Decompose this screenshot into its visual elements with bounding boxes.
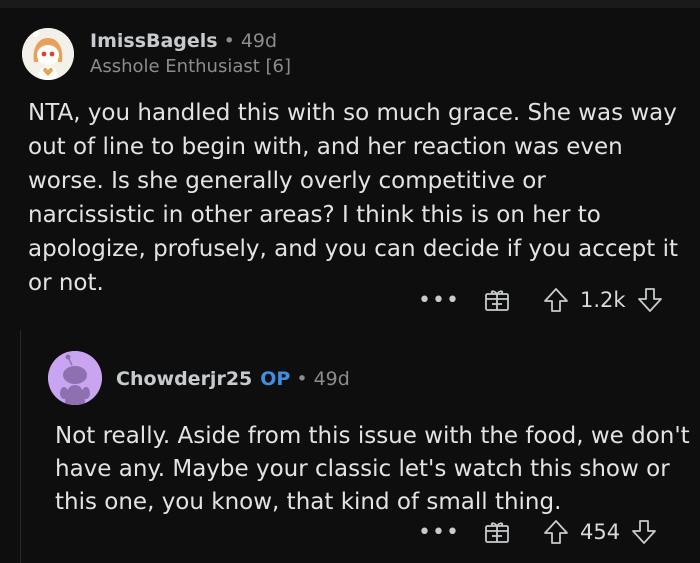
top-divider (0, 0, 700, 8)
comment-age: 49d (240, 30, 278, 52)
upvote-arrow-icon[interactable] (542, 286, 570, 314)
username[interactable]: Chowderjr25 (116, 368, 252, 390)
more-icon[interactable]: ••• (418, 288, 459, 313)
username[interactable]: ImissBagels (90, 30, 218, 52)
comment-meta: ImissBagels • 49d Asshole Enthusiast [6] (90, 30, 291, 77)
snoo-avatar-icon (22, 28, 74, 80)
vote-score: 454 (580, 520, 621, 544)
comment-age: 49d (313, 368, 350, 390)
downvote-arrow-icon[interactable] (636, 286, 664, 314)
comment-actions: ••• 1.2k (418, 286, 664, 314)
thread-line[interactable] (20, 330, 21, 563)
avatar[interactable] (48, 351, 102, 405)
gift-award-icon[interactable] (482, 287, 512, 313)
gift-award-icon[interactable] (482, 519, 512, 545)
comment-meta: Chowderjr25 OP • 49d (116, 368, 350, 390)
snoo-avatar-icon (48, 351, 102, 405)
comment: ImissBagels • 49d Asshole Enthusiast [6] N… (0, 8, 700, 322)
avatar[interactable] (22, 28, 74, 80)
meta-separator: • (223, 30, 235, 52)
comment-body: Not really. Aside from this issue with t… (55, 423, 690, 515)
user-flair: Asshole Enthusiast [6] (90, 56, 292, 77)
comment-body: NTA, you handled this with so much grace… (28, 100, 678, 296)
comment-actions: ••• 454 (418, 518, 658, 546)
downvote-arrow-icon[interactable] (630, 518, 658, 546)
meta-separator: • (296, 368, 308, 390)
upvote-arrow-icon[interactable] (542, 518, 570, 546)
more-icon[interactable]: ••• (418, 520, 459, 545)
vote-score: 1.2k (580, 288, 626, 312)
op-badge: OP (260, 368, 291, 390)
